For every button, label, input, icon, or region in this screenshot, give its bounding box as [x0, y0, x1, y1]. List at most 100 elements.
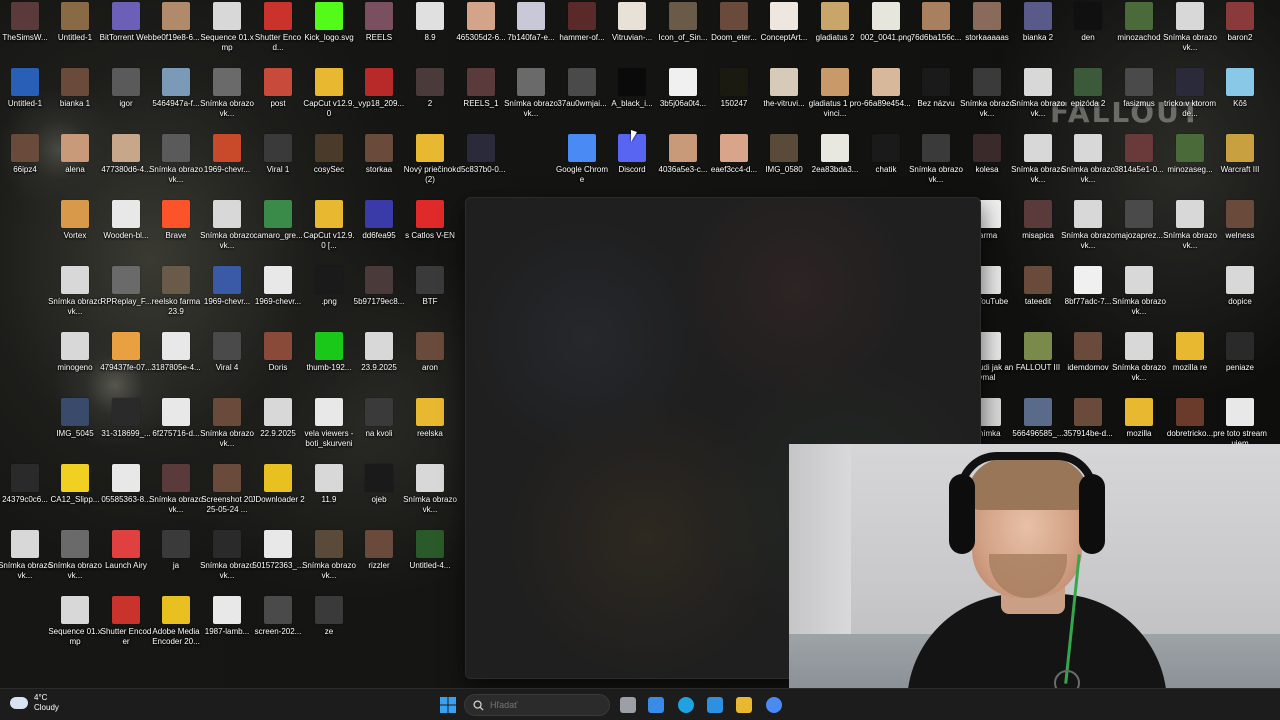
desktop-icon[interactable]: CapCut v12.9.0 [... [303, 200, 355, 264]
desktop-icon[interactable]: ojeb [354, 464, 404, 528]
start-button[interactable] [438, 695, 458, 715]
desktop-icon[interactable]: peniaze [1215, 332, 1265, 396]
desktop-icon[interactable]: 5464947a-f... [151, 68, 201, 132]
desktop-icon[interactable]: chatik [861, 134, 911, 198]
desktop-icon[interactable]: 1969-chevr... [202, 134, 252, 198]
desktop-icon[interactable]: den [1063, 2, 1113, 66]
desktop-icon[interactable]: dopice [1215, 266, 1265, 330]
desktop-icon[interactable]: 479437fe-07... [100, 332, 152, 396]
desktop-icon[interactable]: gladiatus 2 [810, 2, 860, 66]
desktop-icon[interactable]: Snímka obrazovk... [1163, 2, 1217, 66]
desktop-icon[interactable]: 1987-lamb... [202, 596, 252, 660]
desktop-icon[interactable]: Snímka obrazovk... [200, 200, 254, 264]
desktop-icon[interactable]: na kvoli [354, 398, 404, 462]
desktop-icon[interactable]: Snímka obrazovk... [200, 530, 254, 594]
desktop-icon[interactable]: 2 [405, 68, 455, 132]
desktop-icon[interactable]: Nový priečinok (2) [404, 134, 456, 198]
desktop-icon[interactable]: Snímka obrazovk... [909, 134, 963, 198]
taskbar-app-chrome[interactable] [764, 695, 784, 715]
desktop-icon[interactable]: Wooden-bl... [101, 200, 151, 264]
desktop-icon[interactable]: 2ea83bda3... [810, 134, 860, 198]
desktop-icon[interactable]: Discord [607, 134, 657, 198]
desktop-icon[interactable]: 150247 [709, 68, 759, 132]
desktop-icon[interactable]: JDownloader 2 [251, 464, 305, 528]
desktop-icon[interactable]: Kick_logo.svg [304, 2, 354, 66]
desktop-icon[interactable]: 76d6ba156c... [911, 2, 961, 66]
desktop-icon[interactable]: Snímka obrazovk... [960, 68, 1014, 132]
desktop-icon[interactable]: 37au0wmjai... [557, 68, 607, 132]
desktop-icon[interactable]: Snímka obrazovk... [48, 266, 102, 330]
desktop-icon[interactable]: Viral 1 [253, 134, 303, 198]
desktop-icon[interactable]: Launch Airy [101, 530, 151, 594]
desktop-icon[interactable]: Snímka obrazovk... [302, 530, 356, 594]
desktop-icon[interactable]: s Catlos V-EN [405, 200, 455, 264]
weather-widget[interactable]: 4°C Cloudy [10, 693, 59, 713]
desktop-icon[interactable]: _vyp18_209... [354, 68, 404, 132]
desktop-icon[interactable]: Snímka obrazovk... [0, 530, 52, 594]
desktop-icon[interactable]: TheSimsW... [0, 2, 50, 66]
desktop-icon[interactable]: Kôš [1215, 68, 1265, 132]
desktop-icon[interactable]: Snímka obrazovk... [403, 464, 457, 528]
desktop-icon[interactable]: eaef3cc4-d... [709, 134, 759, 198]
desktop-icon[interactable]: Snímka obrazovk... [149, 134, 203, 198]
taskbar-search-box[interactable] [464, 694, 610, 716]
desktop-icon[interactable]: mozilla re [1165, 332, 1215, 396]
desktop-icon[interactable]: Doris [253, 332, 303, 396]
desktop-icon[interactable]: REELS_1 [456, 68, 506, 132]
desktop-icon[interactable]: A_black_i... [607, 68, 657, 132]
desktop-icon[interactable]: FALLOUT III [1013, 332, 1063, 396]
desktop-icon[interactable]: 5b97179ec8... [354, 266, 404, 330]
desktop-icon[interactable]: ja [151, 530, 201, 594]
desktop-icon[interactable]: Doom_eter... [709, 2, 759, 66]
desktop-icon[interactable]: Adobe Media Encoder 20... [151, 596, 201, 660]
desktop-icon[interactable]: the-vitruvi... [759, 68, 809, 132]
desktop-icon[interactable]: bianka 1 [50, 68, 100, 132]
desktop-icon[interactable]: 465305d2-6... [456, 2, 506, 66]
desktop-icon[interactable]: minogeno [50, 332, 100, 396]
taskbar-app-photos[interactable] [705, 695, 725, 715]
desktop-icon[interactable]: 6f275716-d... [151, 398, 201, 462]
desktop-icon[interactable]: misapica [1013, 200, 1063, 264]
desktop-icon[interactable]: Google Chrome [556, 134, 608, 198]
desktop-icon[interactable]: Untitled-1 [50, 2, 100, 66]
desktop-icon[interactable]: Snímka obrazovk... [48, 530, 102, 594]
desktop-icon[interactable]: cosySec [304, 134, 354, 198]
taskbar-app-edge[interactable] [676, 695, 696, 715]
desktop-icon[interactable]: Snímka obrazovk... [1011, 134, 1065, 198]
desktop-icon[interactable]: Vortex [50, 200, 100, 264]
desktop-icon[interactable]: reelsko farma 23.9 [151, 266, 201, 330]
desktop-icon[interactable]: -66a89e454... [861, 68, 911, 132]
desktop-icon[interactable]: 05585363-8... [101, 464, 151, 528]
desktop-icon[interactable]: ConceptArt... [759, 2, 809, 66]
desktop-icon[interactable]: be0f19e8-6... [151, 2, 201, 66]
desktop-icon[interactable]: ze [304, 596, 354, 660]
desktop-icon[interactable]: 3b5j06a0t4... [658, 68, 708, 132]
desktop-icon[interactable]: vela viewers - boti_skurveni [304, 398, 354, 462]
desktop-icon[interactable]: BTF [405, 266, 455, 330]
desktop-icon[interactable]: 002_0041.png [860, 2, 912, 66]
desktop-icon[interactable]: d5c837b0-0... [456, 134, 506, 198]
desktop-icon[interactable]: 3187805e-4... [151, 332, 201, 396]
desktop-icon[interactable]: Sequence 01.xmp [200, 2, 254, 66]
desktop-icon[interactable]: fasizmus [1114, 68, 1164, 132]
desktop-icon[interactable]: 22.9.2025 [253, 398, 303, 462]
desktop-icon[interactable]: CA12_Slipp... [50, 464, 100, 528]
search-input[interactable] [490, 700, 600, 710]
desktop-icon[interactable]: Snímka obrazovk... [200, 68, 254, 132]
desktop-icon[interactable]: 4036a5e3-c... [658, 134, 708, 198]
desktop-icon[interactable]: Icon_of_Sin... [658, 2, 708, 66]
desktop-icon[interactable]: bianka 2 [1013, 2, 1063, 66]
desktop-icon[interactable]: 3814a5e1-0... [1114, 134, 1164, 198]
desktop-icon[interactable]: 31-318699_... [101, 398, 151, 462]
desktop-icon[interactable]: epizóda 2 [1063, 68, 1113, 132]
desktop-icon[interactable]: 11.9 [304, 464, 354, 528]
desktop-icon[interactable]: Snímka obrazovk... [1112, 266, 1166, 330]
desktop-icon[interactable]: CapCut v12.9.0 [303, 68, 355, 132]
desktop-icon[interactable]: IMG_5045 [50, 398, 100, 462]
taskbar-app-task-view[interactable] [618, 695, 638, 715]
desktop-icon[interactable]: Untitled-4... [405, 530, 455, 594]
desktop-icon[interactable]: 8.9 [405, 2, 455, 66]
desktop-icon[interactable]: minozaseg... [1165, 134, 1215, 198]
desktop-icon[interactable]: igor [101, 68, 151, 132]
desktop-icon[interactable]: tricko v ktorom de... [1164, 68, 1216, 132]
